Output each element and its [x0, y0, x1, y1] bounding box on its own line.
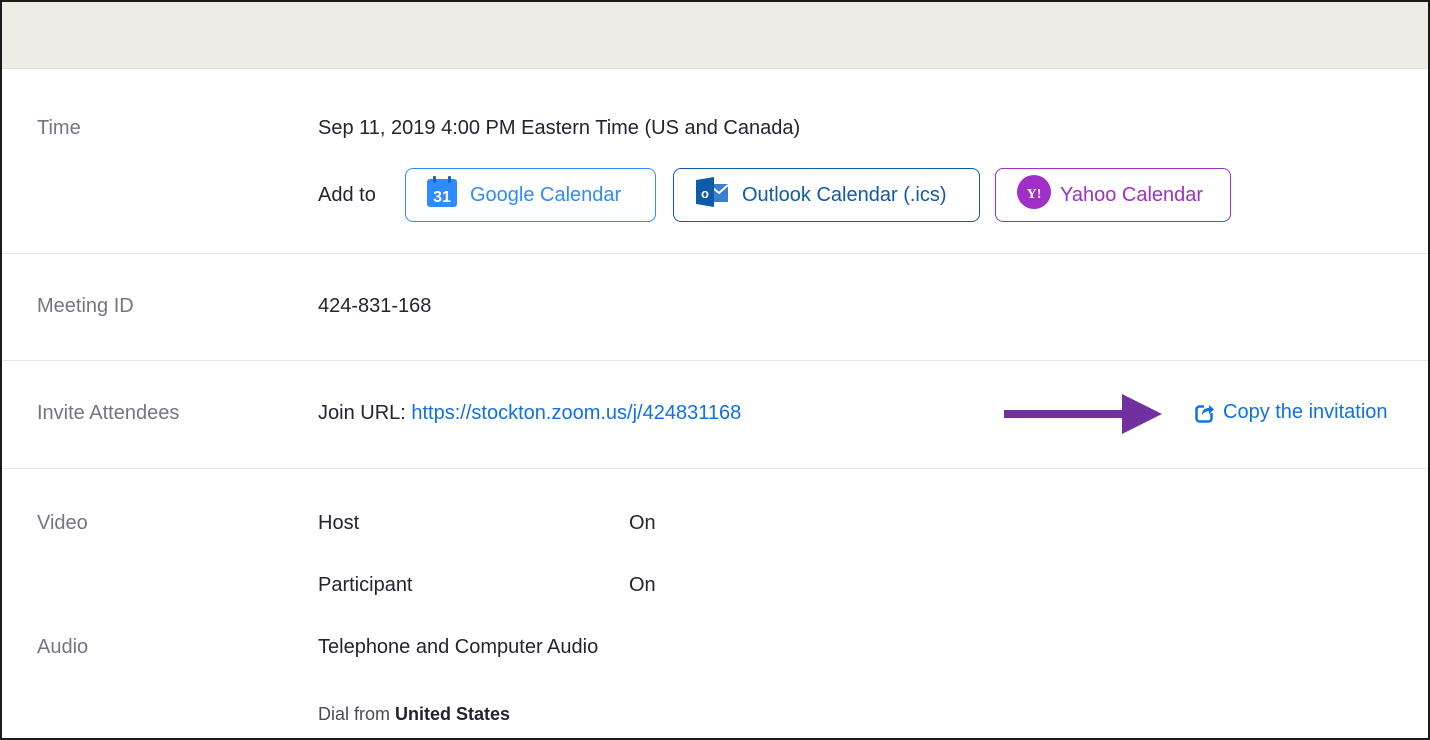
- meeting-time: Sep 11, 2019 4:00 PM Eastern Time (US an…: [318, 117, 801, 139]
- audio-label: Audio: [37, 636, 89, 658]
- video-audio-section: Video Host On Participant On Audio Telep…: [2, 469, 1428, 738]
- join-url-row: Join URL: https://stockton.zoom.us/j/424…: [318, 402, 741, 425]
- outlook-calendar-label: Outlook Calendar (.ics): [742, 183, 947, 206]
- join-url-label: Join URL:: [318, 402, 406, 424]
- yahoo-calendar-label: Yahoo Calendar: [1060, 183, 1204, 206]
- time-label: Time: [37, 117, 81, 139]
- meeting-details-panel: Time Sep 11, 2019 4:00 PM Eastern Time (…: [0, 0, 1430, 740]
- join-url-link[interactable]: https://stockton.zoom.us/j/424831168: [411, 402, 741, 424]
- dial-from: Dial from United States: [318, 704, 510, 725]
- svg-text:o: o: [701, 186, 709, 201]
- yahoo-icon: Y!: [1016, 174, 1052, 216]
- arrow-annotation-icon: [1004, 394, 1162, 434]
- share-icon: [1195, 402, 1215, 423]
- google-calendar-label: Google Calendar: [470, 183, 622, 206]
- outlook-icon: o: [694, 176, 730, 214]
- svg-text:31: 31: [433, 189, 451, 206]
- top-bar: [2, 2, 1428, 69]
- host-video-status: On: [629, 512, 656, 534]
- time-row: Time Sep 11, 2019 4:00 PM Eastern Time (…: [2, 74, 1428, 254]
- meeting-id-row: Meeting ID 424-831-168: [2, 254, 1428, 361]
- dial-from-country: United States: [395, 704, 511, 724]
- svg-text:Y!: Y!: [1027, 187, 1042, 202]
- meeting-id-label: Meeting ID: [37, 295, 134, 317]
- dial-from-label: Dial from: [318, 704, 391, 724]
- host-label: Host: [318, 512, 360, 534]
- video-label: Video: [37, 512, 88, 534]
- audio-type: Telephone and Computer Audio: [318, 636, 599, 658]
- meeting-id-value: 424-831-168: [318, 295, 432, 317]
- copy-invitation-label: Copy the invitation: [1223, 401, 1388, 423]
- copy-invitation-button[interactable]: Copy the invitation: [1195, 401, 1388, 424]
- yahoo-calendar-button[interactable]: Y! Yahoo Calendar: [995, 168, 1231, 222]
- add-to-label: Add to: [318, 184, 376, 206]
- invite-attendees-label: Invite Attendees: [37, 402, 180, 424]
- participant-label: Participant: [318, 574, 413, 596]
- outlook-calendar-button[interactable]: o Outlook Calendar (.ics): [673, 168, 980, 222]
- google-calendar-icon: 31: [426, 176, 458, 214]
- google-calendar-button[interactable]: 31 Google Calendar: [405, 168, 656, 222]
- participant-video-status: On: [629, 574, 656, 596]
- invite-attendees-row: Invite Attendees Join URL: https://stock…: [2, 361, 1428, 469]
